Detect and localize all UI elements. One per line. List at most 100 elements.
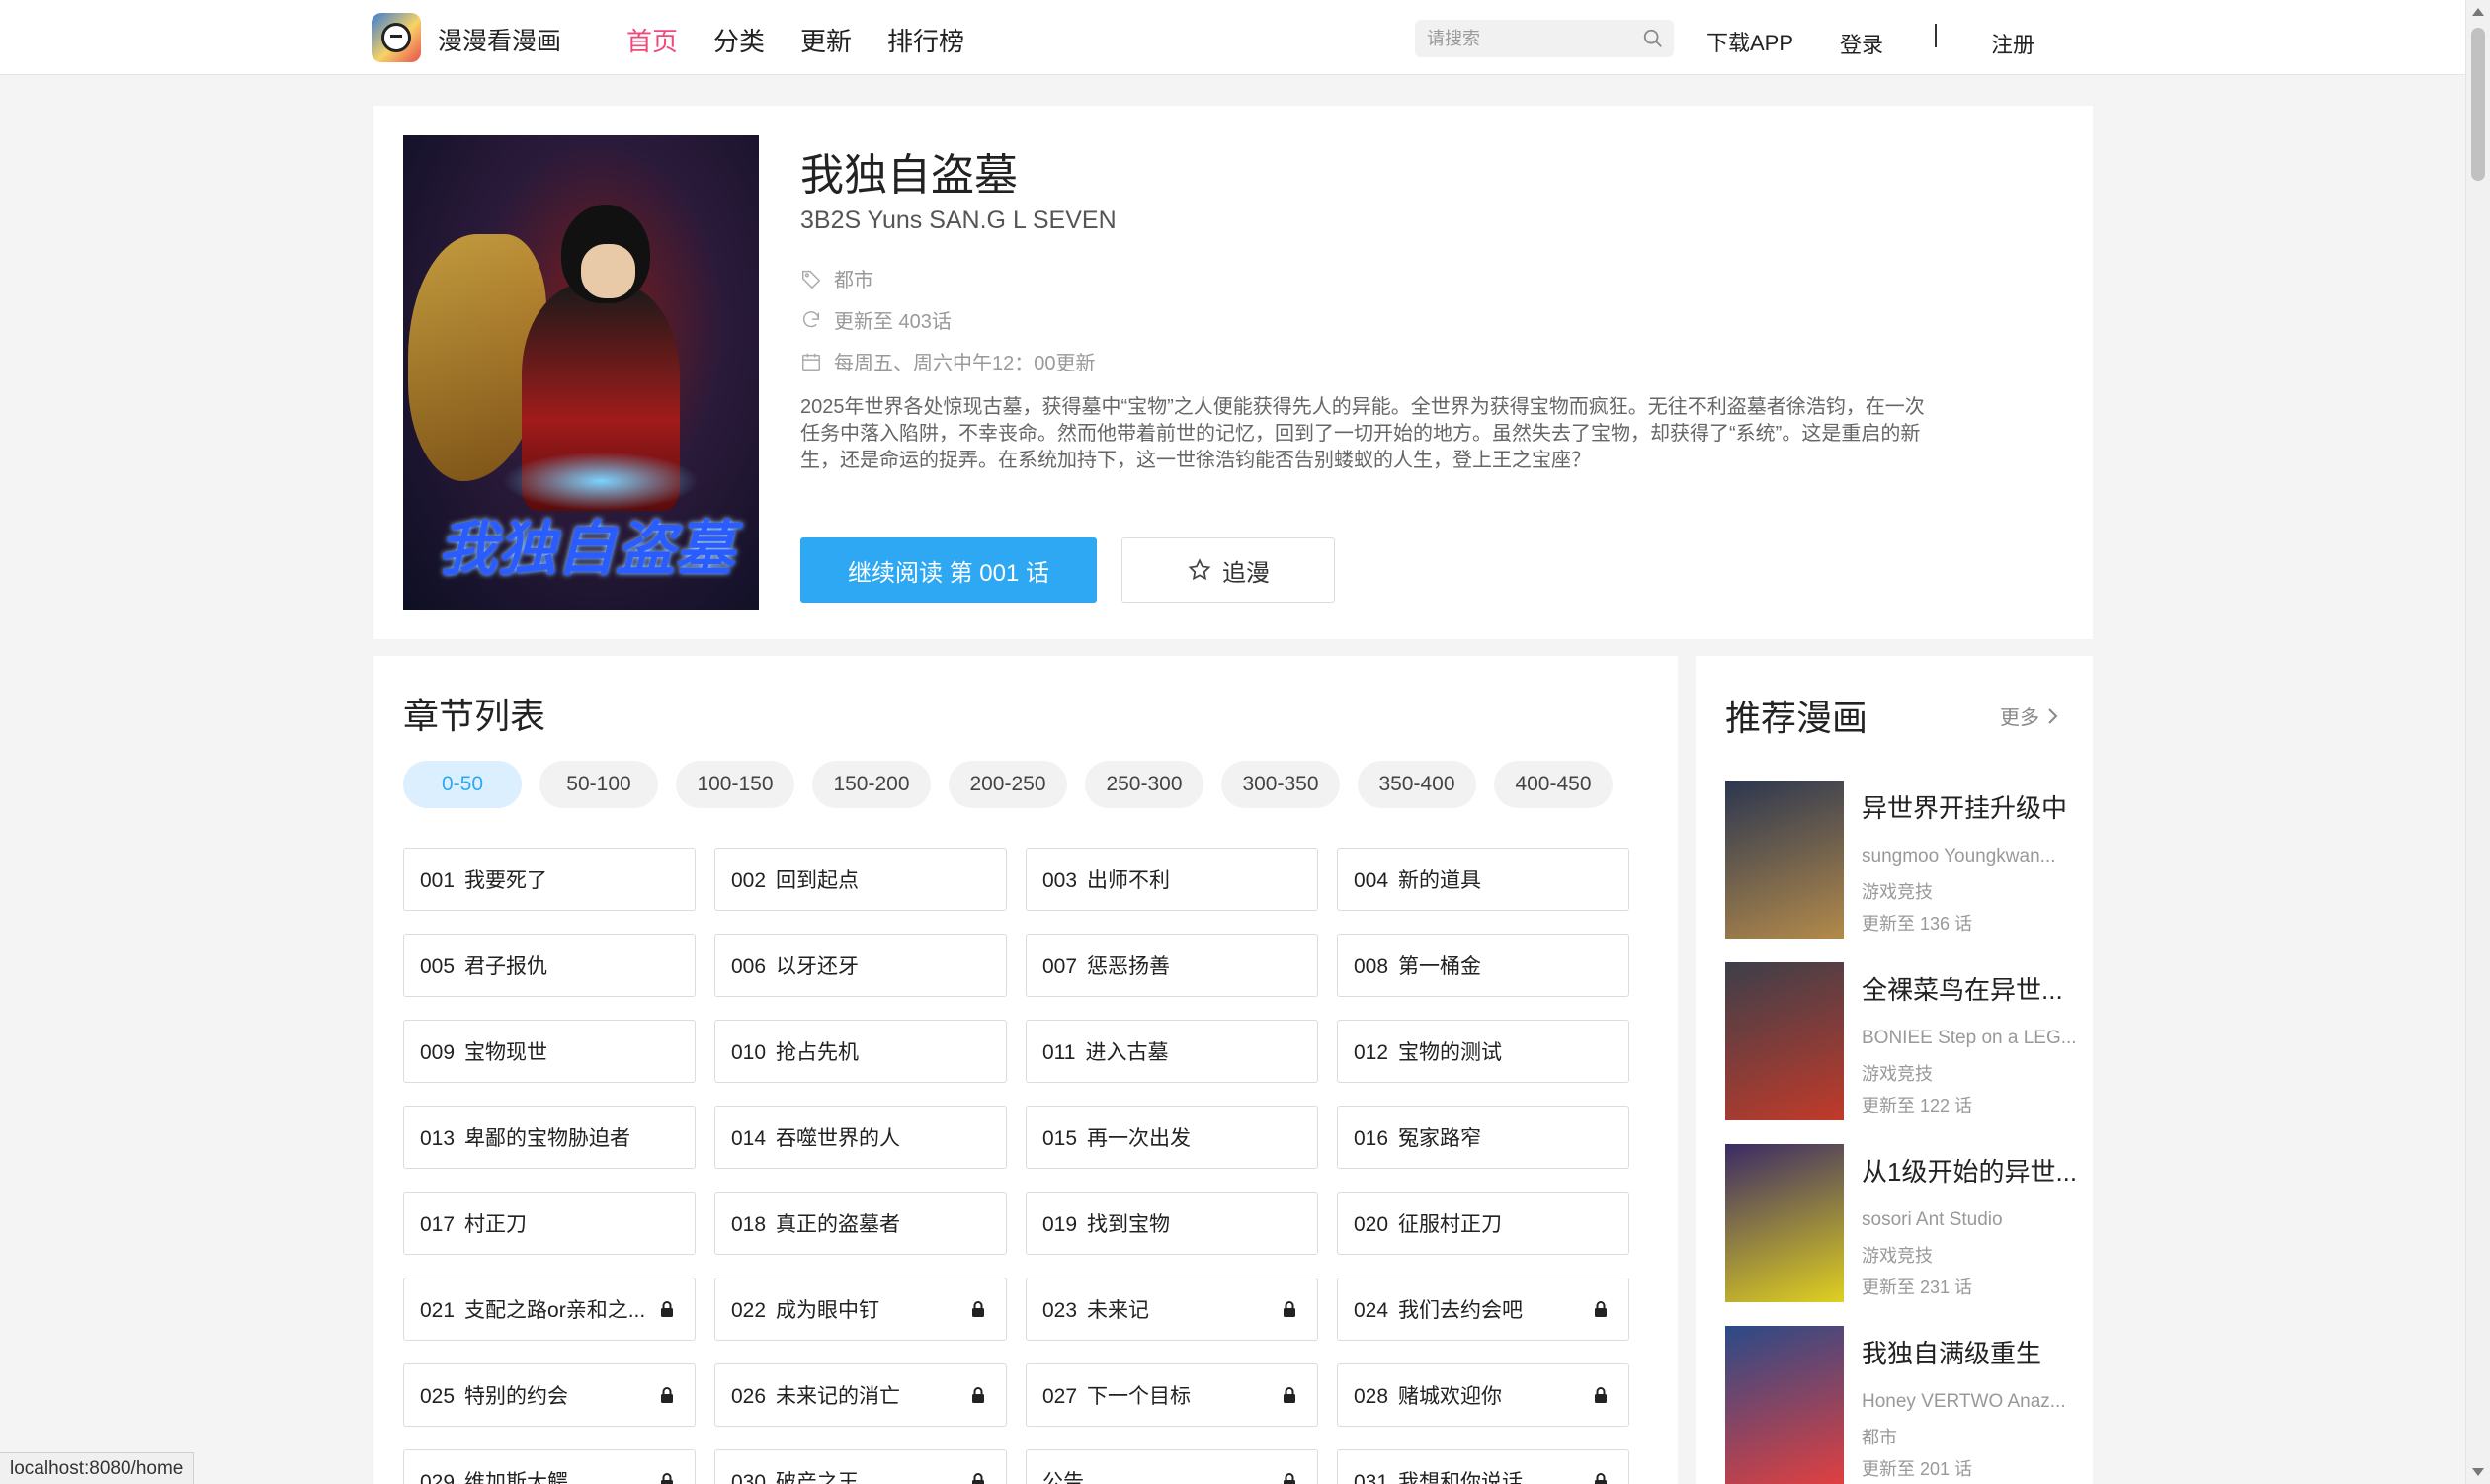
- recommend-genre: 游戏竞技: [1862, 882, 1933, 902]
- chapter-title: 008 第一桶金: [1354, 950, 1481, 980]
- chapter-item[interactable]: 010 抢占先机: [714, 1020, 1007, 1083]
- chapter-item[interactable]: 019 找到宝物: [1026, 1192, 1318, 1255]
- chapter-name: 下一个目标: [1087, 1385, 1192, 1408]
- chapter-range-tab[interactable]: 100-150: [676, 761, 794, 808]
- chapter-range-tab[interactable]: 150-200: [812, 761, 931, 808]
- nav-updates[interactable]: 更新: [800, 22, 852, 58]
- chapter-item[interactable]: 014 吞噬世界的人: [714, 1106, 1007, 1169]
- chapter-item[interactable]: 021 支配之路or亲和之...: [403, 1278, 696, 1341]
- chapter-title: 017 村正刀: [420, 1208, 527, 1238]
- chapter-range-tab[interactable]: 300-350: [1221, 761, 1340, 808]
- chapter-range-tabs: 0-50 50-100 100-150 150-200 200-250 250-300 30…: [403, 761, 1613, 808]
- chapter-item[interactable]: 001 我要死了: [403, 848, 696, 911]
- search-input[interactable]: [1415, 20, 1632, 57]
- chapter-item[interactable]: 011 进入古墓: [1026, 1020, 1318, 1083]
- chapter-range-tab[interactable]: 350-400: [1358, 761, 1476, 808]
- recommend-genre: 都市: [1862, 1428, 1897, 1447]
- chapter-item[interactable]: 023 未来记: [1026, 1278, 1318, 1341]
- chapter-item[interactable]: 026 未来记的消亡: [714, 1363, 1007, 1427]
- chapter-item[interactable]: 029 维加斯大鳄: [403, 1449, 696, 1484]
- chapter-name: 抢占先机: [776, 1041, 860, 1064]
- recommend-name[interactable]: 异世界开挂升级中: [1862, 788, 2067, 825]
- recommend-name[interactable]: 我独自满级重生: [1862, 1334, 2041, 1370]
- scroll-down-arrow-icon[interactable]: [2472, 1468, 2484, 1476]
- chapter-item[interactable]: 022 成为眼中钉: [714, 1278, 1007, 1341]
- chapter-item[interactable]: 018 真正的盗墓者: [714, 1192, 1007, 1255]
- more-link[interactable]: 更多: [2000, 701, 2059, 730]
- schedule-row: 每周五、周六中午12：00更新: [800, 347, 1096, 375]
- chapter-item[interactable]: 005 君子报仇: [403, 934, 696, 997]
- nav-ranking[interactable]: 排行榜: [887, 22, 964, 58]
- chapter-range-tab[interactable]: 0-50: [403, 761, 522, 808]
- recommend-item[interactable]: 我独自满级重生 Honey VERTWO Anaz... 都市 更新至 201 话: [1725, 1326, 2081, 1484]
- chapter-number: 003: [1042, 869, 1078, 892]
- chapter-item[interactable]: 003 出师不利: [1026, 848, 1318, 911]
- chapter-item[interactable]: 016 冤家路窄: [1337, 1106, 1629, 1169]
- chapter-title: 010 抢占先机: [731, 1036, 859, 1066]
- chapter-number: 005: [420, 955, 456, 978]
- recommend-thumbnail[interactable]: [1725, 1144, 1844, 1302]
- chapter-name: 第一桶金: [1398, 955, 1482, 978]
- chapter-item[interactable]: 006 以牙还牙: [714, 934, 1007, 997]
- search-icon[interactable]: [1642, 28, 1664, 49]
- chapter-number: 024: [1354, 1299, 1389, 1322]
- chapter-item[interactable]: 031 我想和你说话: [1337, 1449, 1629, 1484]
- chapter-range-tab[interactable]: 50-100: [540, 761, 658, 808]
- app-name[interactable]: 漫漫看漫画: [438, 22, 561, 57]
- nav-category[interactable]: 分类: [713, 22, 765, 58]
- lock-icon: [661, 1473, 673, 1484]
- register-link[interactable]: 注册: [1991, 28, 2034, 59]
- recommend-thumbnail[interactable]: [1725, 1326, 1844, 1484]
- chapter-range-tab[interactable]: 400-450: [1494, 761, 1613, 808]
- recommend-name[interactable]: 全裸菜鸟在异世...: [1862, 970, 2063, 1007]
- recommend-authors: sosori Ant Studio: [1862, 1209, 2003, 1230]
- recommend-name[interactable]: 从1级开始的异世...: [1862, 1152, 2077, 1189]
- chapter-title: 003 出师不利: [1042, 865, 1170, 894]
- chapter-item[interactable]: 002 回到起点: [714, 848, 1007, 911]
- chapter-range-tab[interactable]: 200-250: [949, 761, 1067, 808]
- chapter-item[interactable]: 027 下一个目标: [1026, 1363, 1318, 1427]
- login-link[interactable]: 登录: [1840, 28, 1883, 59]
- chapter-title: 014 吞噬世界的人: [731, 1122, 900, 1152]
- download-app-link[interactable]: 下载APP: [1706, 26, 1793, 57]
- chapter-title: 001 我要死了: [420, 865, 547, 894]
- scroll-up-arrow-icon[interactable]: [2472, 8, 2484, 16]
- chapter-item[interactable]: 017 村正刀: [403, 1192, 696, 1255]
- scroll-thumb[interactable]: [2471, 28, 2485, 181]
- follow-button[interactable]: 追漫: [1121, 537, 1335, 603]
- chapter-item[interactable]: 013 卑鄙的宝物胁迫者: [403, 1106, 696, 1169]
- chapter-item[interactable]: 025 特别的约会: [403, 1363, 696, 1427]
- recommend-thumbnail[interactable]: [1725, 962, 1844, 1120]
- chapter-item[interactable]: 024 我们去约会吧: [1337, 1278, 1629, 1341]
- chapter-item[interactable]: 公告: [1026, 1449, 1318, 1484]
- comic-description: 2025年世界各处惊现古墓，获得墓中“宝物”之人便能获得先人的异能。全世界为获得…: [800, 396, 1925, 471]
- chapter-item[interactable]: 009 宝物现世: [403, 1020, 696, 1083]
- chapter-number: 019: [1042, 1213, 1078, 1236]
- chapter-item[interactable]: 012 宝物的测试: [1337, 1020, 1629, 1083]
- recommend-title: 推荐漫画: [1725, 698, 1868, 738]
- chapter-item[interactable]: 020 征服村正刀: [1337, 1192, 1629, 1255]
- chapter-number: 022: [731, 1299, 767, 1322]
- recommend-item[interactable]: 异世界开挂升级中 sungmoo Youngkwan... 游戏竞技 更新至 136 …: [1725, 781, 2081, 939]
- app-logo-icon[interactable]: [372, 13, 421, 62]
- recommend-update: 更新至 136 话: [1862, 914, 1973, 934]
- chapter-item[interactable]: 028 赌城欢迎你: [1337, 1363, 1629, 1427]
- recommend-thumbnail[interactable]: [1725, 781, 1844, 939]
- chapter-name: 惩恶扬善: [1087, 955, 1171, 978]
- chapter-name: 宝物的测试: [1398, 1041, 1503, 1064]
- recommend-item[interactable]: 全裸菜鸟在异世... BONIEE Step on a LEG... 游戏竞技 更新至…: [1725, 962, 2081, 1120]
- chapter-number: 006: [731, 955, 767, 978]
- chapter-item[interactable]: 004 新的道具: [1337, 848, 1629, 911]
- nav-home[interactable]: 首页: [626, 22, 678, 58]
- chapter-name: 未来记的消亡: [776, 1385, 901, 1408]
- chapter-range-tab[interactable]: 250-300: [1085, 761, 1204, 808]
- chapter-item[interactable]: 015 再一次出发: [1026, 1106, 1318, 1169]
- chapter-name: 吞噬世界的人: [776, 1127, 901, 1150]
- continue-reading-button[interactable]: 继续阅读 第 001 话: [800, 537, 1097, 603]
- recommend-item[interactable]: 从1级开始的异世... sosori Ant Studio 游戏竞技 更新至 231 …: [1725, 1144, 2081, 1302]
- chapter-item[interactable]: 007 惩恶扬善: [1026, 934, 1318, 997]
- chapter-item[interactable]: 008 第一桶金: [1337, 934, 1629, 997]
- page-scrollbar[interactable]: [2465, 0, 2490, 1484]
- chapter-item[interactable]: 030 破产之王: [714, 1449, 1007, 1484]
- recommend-update: 更新至 201 话: [1862, 1459, 1973, 1479]
